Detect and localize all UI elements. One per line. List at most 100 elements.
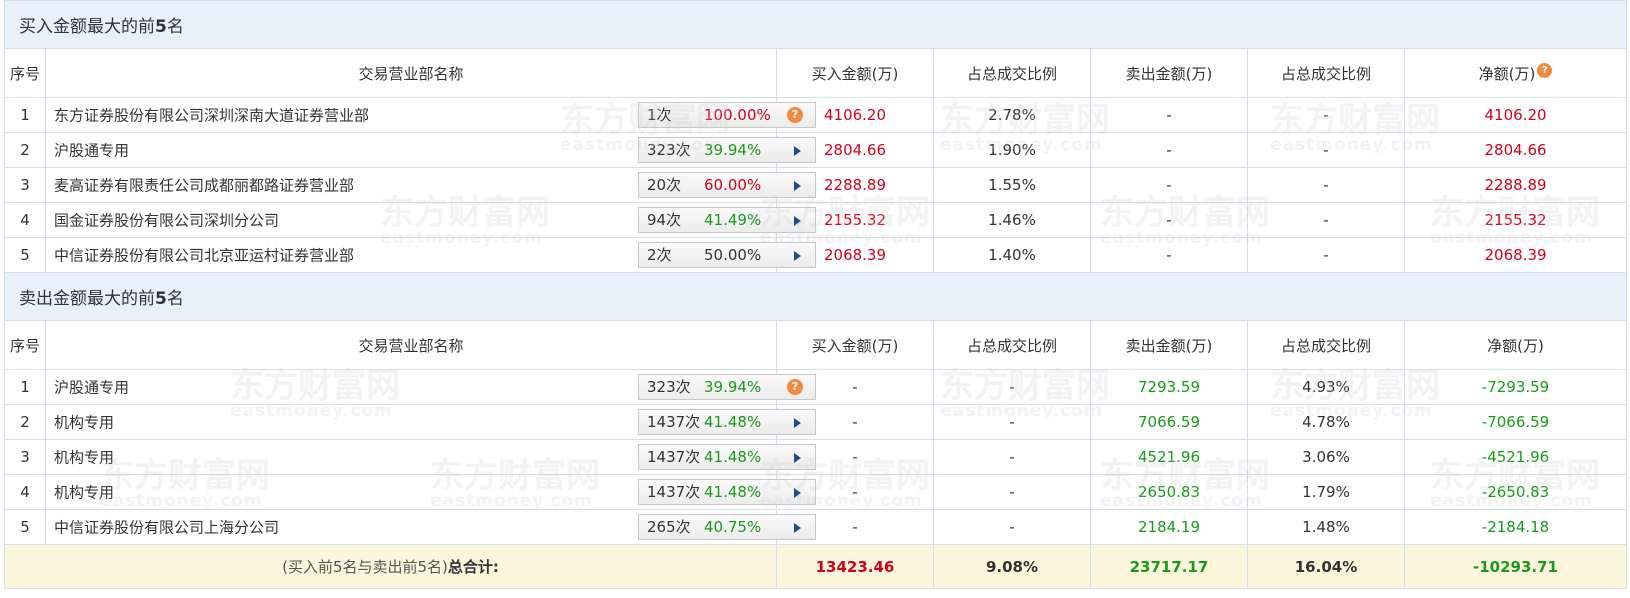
sell-table: 卖出金额最大的前5名 序号 交易营业部名称 买入金额(万) 占总成交比例 卖出金… (3, 272, 1628, 589)
sell-ratio: - (1247, 237, 1405, 273)
history-badge[interactable]: 1437次 41.48% (638, 409, 816, 435)
arrow-right-icon[interactable] (794, 216, 801, 226)
history-badge[interactable]: 1次 100.00%? (638, 102, 816, 128)
broker-cell: 机构专用 1437次 41.48% (45, 474, 816, 510)
trade-count: 94次 (647, 211, 682, 229)
sell-amount: - (1090, 202, 1248, 238)
arrow-right-icon[interactable] (794, 488, 801, 498)
table-row: 4 国金证券股份有限公司深圳分公司 94次 41.49% 2155.32 1.46% - -2… (4, 202, 1628, 238)
col-sell-ratio: 占总成交比例 (1247, 320, 1405, 370)
table-row: 1 沪股通专用 323次 39.94%? - -7293.59 4.93% -7293.59 (4, 369, 1628, 405)
arrow-right-icon[interactable] (794, 523, 801, 533)
history-badge[interactable]: 20次 60.00% (638, 172, 816, 198)
buy-ratio: - (933, 404, 1091, 440)
sell-amount: - (1090, 167, 1248, 203)
total-row: (买入前5名与卖出前5名)总合计: 13423.46 9.08% 23717.1… (4, 544, 1628, 589)
table-row: 2 机构专用 1437次 41.48% - -7066.59 4.78% -7066.59 (4, 404, 1628, 440)
row-index: 4 (4, 202, 46, 238)
broker-cell: 机构专用 1437次 41.48% (45, 404, 816, 440)
history-badge[interactable]: 265次 40.75% (638, 514, 816, 540)
col-name: 交易营业部名称 (45, 320, 777, 370)
net-amount: -7066.59 (1403, 404, 1628, 440)
history-badge[interactable]: 2次 50.00% (638, 242, 816, 268)
arrow-right-icon[interactable] (794, 251, 801, 261)
win-rate: 41.48% (704, 413, 762, 431)
win-rate: 41.48% (704, 483, 762, 501)
table-row: 2 沪股通专用 323次 39.94% 2804.66 1.90% - -2804.66 (4, 132, 1628, 168)
sell-ratio: 4.93% (1247, 369, 1405, 405)
table-row: 3 机构专用 1437次 41.48% - -4521.96 3.06% -4521.96 (4, 439, 1628, 475)
arrow-right-icon[interactable] (794, 453, 801, 463)
trade-count: 323次 (647, 378, 691, 396)
question-icon[interactable]: ? (787, 107, 803, 123)
history-badge[interactable]: 1437次 41.48% (638, 479, 816, 505)
table-row: 3 麦高证券有限责任公司成都丽都路证券营业部 20次 60.00% 2288.89 1.5… (4, 167, 1628, 203)
col-buy: 买入金额(万) (776, 320, 934, 370)
arrow-right-icon[interactable] (794, 181, 801, 191)
col-net: 净额(万)? (1403, 48, 1628, 98)
question-icon[interactable]: ? (787, 379, 803, 395)
arrow-right-icon[interactable] (794, 418, 801, 428)
sell-ratio: 3.06% (1247, 439, 1405, 475)
broker-name[interactable]: 机构专用 (54, 412, 114, 433)
table-row: 4 机构专用 1437次 41.48% - -2650.83 1.79% -2650.83 (4, 474, 1628, 510)
sell-ratio: - (1247, 97, 1405, 133)
trade-count: 20次 (647, 176, 682, 194)
broker-cell: 沪股通专用 323次 39.94%? (45, 369, 816, 405)
net-amount: -7293.59 (1403, 369, 1628, 405)
broker-name[interactable]: 机构专用 (54, 482, 114, 503)
table-row: 1 东方证券股份有限公司深圳深南大道证券营业部 1次 100.00%? 4106.20 2… (4, 97, 1628, 133)
broker-name[interactable]: 中信证券股份有限公司北京亚运村证券营业部 (54, 245, 354, 266)
col-idx: 序号 (4, 320, 46, 370)
col-sell-ratio: 占总成交比例 (1247, 48, 1405, 98)
buy-table: 买入金额最大的前5名 序号 交易营业部名称 买入金额(万) 占总成交比例 卖出金… (3, 0, 1628, 273)
col-sell: 卖出金额(万) (1090, 48, 1248, 98)
broker-cell: 东方证券股份有限公司深圳深南大道证券营业部 1次 100.00%? (45, 97, 816, 133)
arrow-right-icon[interactable] (794, 146, 801, 156)
row-index: 1 (4, 97, 46, 133)
row-index: 5 (4, 237, 46, 273)
col-buy: 买入金额(万) (776, 48, 934, 98)
broker-name[interactable]: 沪股通专用 (54, 377, 129, 398)
history-badge[interactable]: 94次 41.49% (638, 207, 816, 233)
trade-count: 1437次 (647, 413, 701, 431)
broker-name[interactable]: 中信证券股份有限公司上海分公司 (54, 517, 279, 538)
row-index: 3 (4, 167, 46, 203)
net-amount: 2804.66 (1403, 132, 1628, 168)
history-badge[interactable]: 1437次 41.48% (638, 444, 816, 470)
table-row: 5 中信证券股份有限公司北京亚运村证券营业部 2次 50.00% 2068.39 1.40… (4, 237, 1628, 273)
broker-cell: 中信证券股份有限公司上海分公司 265次 40.75% (45, 509, 816, 545)
row-index: 3 (4, 439, 46, 475)
sell-amount: 2650.83 (1090, 474, 1248, 510)
total-net: -10293.71 (1403, 544, 1628, 589)
trade-count: 1次 (647, 106, 672, 124)
broker-name[interactable]: 麦高证券有限责任公司成都丽都路证券营业部 (54, 175, 354, 196)
row-index: 5 (4, 509, 46, 545)
buy-ratio: 1.46% (933, 202, 1091, 238)
broker-name[interactable]: 东方证券股份有限公司深圳深南大道证券营业部 (54, 105, 369, 126)
total-sell-ratio: 16.04% (1247, 544, 1405, 589)
sell-amount: 7066.59 (1090, 404, 1248, 440)
total-buy-ratio: 9.08% (933, 544, 1091, 589)
table-row: 5 中信证券股份有限公司上海分公司 265次 40.75% - -2184.19 1.48%… (4, 509, 1628, 545)
win-rate: 41.49% (704, 211, 762, 229)
history-badge[interactable]: 323次 39.94%? (638, 374, 816, 400)
row-index: 2 (4, 404, 46, 440)
sell-ratio: - (1247, 202, 1405, 238)
buy-ratio: - (933, 509, 1091, 545)
buy-ratio: - (933, 474, 1091, 510)
broker-name[interactable]: 机构专用 (54, 447, 114, 468)
win-rate: 50.00% (704, 246, 762, 264)
sell-amount: - (1090, 97, 1248, 133)
question-icon[interactable]: ? (1537, 62, 1553, 78)
broker-cell: 麦高证券有限责任公司成都丽都路证券营业部 20次 60.00% (45, 167, 816, 203)
history-badge[interactable]: 323次 39.94% (638, 137, 816, 163)
sell-ratio: - (1247, 167, 1405, 203)
win-rate: 100.00% (704, 106, 771, 124)
broker-name[interactable]: 沪股通专用 (54, 140, 129, 161)
buy-section-title: 买入金额最大的前5名 (3, 0, 1628, 49)
buy-ratio: - (933, 369, 1091, 405)
trade-count: 323次 (647, 141, 691, 159)
broker-name[interactable]: 国金证券股份有限公司深圳分公司 (54, 210, 279, 231)
col-name: 交易营业部名称 (45, 48, 777, 98)
